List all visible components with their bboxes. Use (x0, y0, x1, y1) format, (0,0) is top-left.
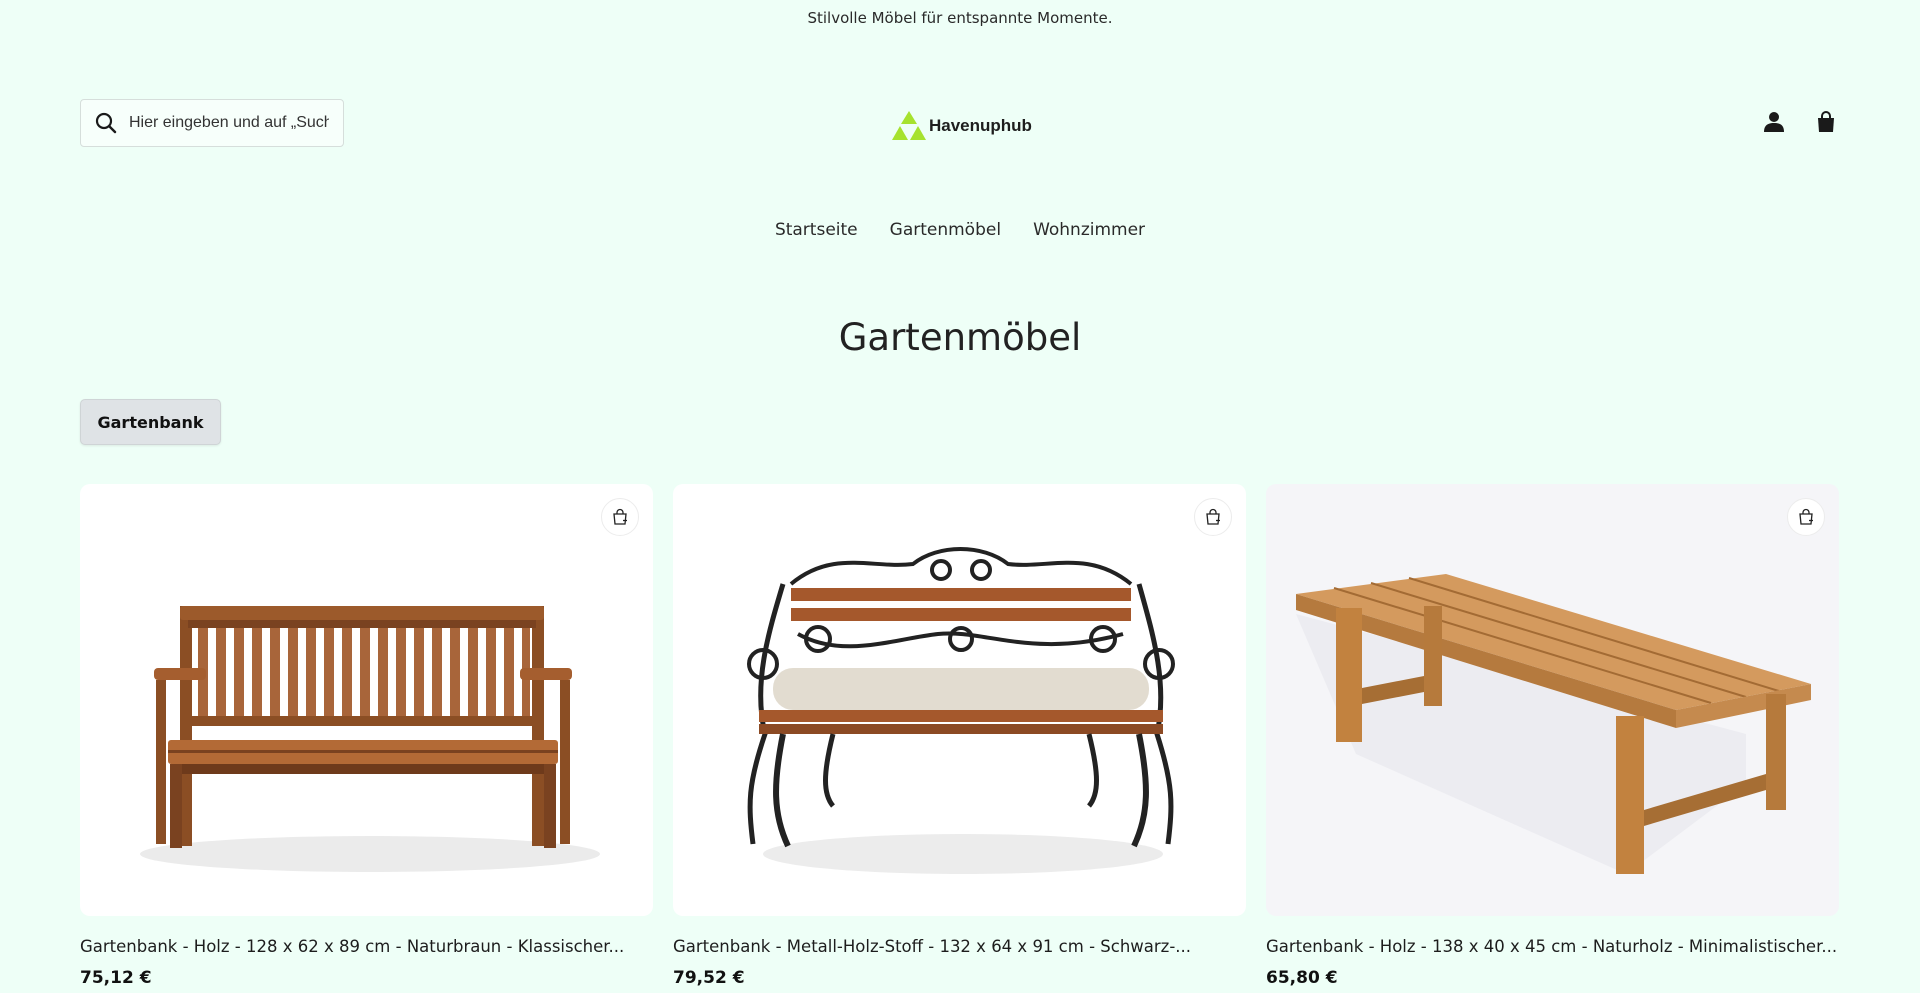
cart-plus-icon (1206, 508, 1220, 525)
quick-add-button[interactable] (1194, 498, 1232, 536)
product-title[interactable]: Gartenbank - Holz - 138 x 40 x 45 cm - N… (1266, 937, 1839, 956)
metal-bench-image (747, 547, 1175, 874)
product-image-minimal-bench[interactable] (1266, 484, 1839, 916)
cart-plus-icon (613, 508, 627, 525)
product-card[interactable]: Gartenbank - Holz - 138 x 40 x 45 cm - N… (1266, 484, 1839, 988)
minimal-bench-image (1296, 574, 1811, 874)
product-price: 75,12 € (80, 968, 152, 988)
search-icon (95, 112, 117, 134)
wooden-bench-image (140, 606, 600, 872)
logo-icon (892, 111, 926, 140)
logo-text: Havenuphub (929, 116, 1032, 135)
product-card[interactable]: Gartenbank - Metall-Holz-Stoff - 132 x 6… (673, 484, 1246, 988)
product-title[interactable]: Gartenbank - Holz - 128 x 62 x 89 cm - N… (80, 937, 653, 956)
user-icon[interactable] (1762, 110, 1786, 134)
nav-item-startseite[interactable]: Startseite (775, 220, 858, 240)
shopping-bag-icon[interactable] (1814, 110, 1838, 134)
search-box[interactable] (80, 99, 344, 147)
page-title: Gartenmöbel (838, 316, 1082, 359)
product-card[interactable]: Gartenbank - Holz - 128 x 62 x 89 cm - N… (80, 484, 653, 988)
product-image-wooden-bench[interactable] (80, 484, 653, 916)
quick-add-button[interactable] (601, 498, 639, 536)
product-price: 79,52 € (673, 968, 745, 988)
main-nav: Startseite Gartenmöbel Wohnzimmer (0, 220, 1920, 240)
nav-item-gartenmoebel[interactable]: Gartenmöbel (890, 220, 1001, 240)
quick-add-button[interactable] (1787, 498, 1825, 536)
announcement-bar: Stilvolle Möbel für entspannte Momente. (807, 9, 1113, 27)
nav-item-wohnzimmer[interactable]: Wohnzimmer (1033, 220, 1145, 240)
product-image-metal-bench[interactable] (673, 484, 1246, 916)
product-title[interactable]: Gartenbank - Metall-Holz-Stoff - 132 x 6… (673, 937, 1246, 956)
product-price: 65,80 € (1266, 968, 1338, 988)
logo[interactable]: Havenuphub (892, 110, 1032, 142)
filter-chip-gartenbank[interactable]: Gartenbank (80, 399, 221, 445)
cart-plus-icon (1799, 508, 1813, 525)
search-input[interactable] (129, 114, 329, 132)
